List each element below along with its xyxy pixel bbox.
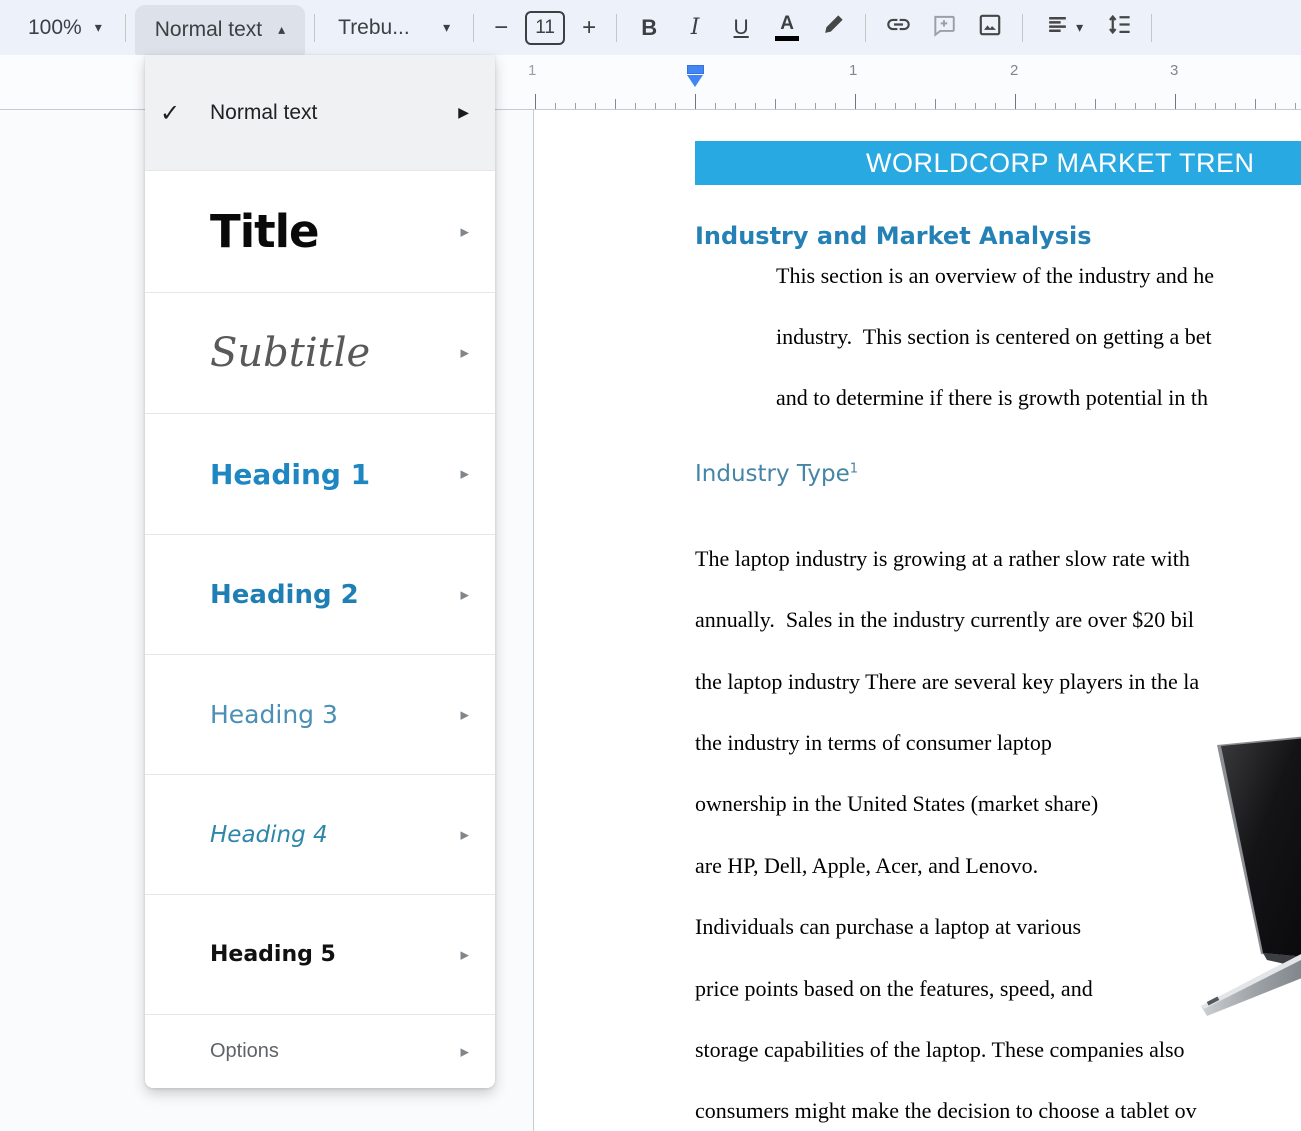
font-family-select[interactable]: Trebu... ▾ bbox=[324, 6, 464, 50]
style-menu-item-heading-3[interactable]: Heading 3 ▶ bbox=[145, 654, 495, 774]
paragraph-line[interactable]: The laptop industry is growing at a rath… bbox=[695, 546, 1190, 576]
ruler-number: 1 bbox=[849, 62, 857, 79]
zoom-value: 100% bbox=[28, 16, 82, 40]
style-menu-item-label: Title bbox=[210, 205, 319, 258]
font-family-value: Trebu... bbox=[338, 16, 410, 40]
paragraph-line[interactable]: the laptop industry There are several ke… bbox=[695, 669, 1199, 699]
ruler-number: 2 bbox=[1010, 62, 1018, 79]
line-spacing-icon bbox=[1106, 11, 1133, 44]
submenu-arrow-icon: ▶ bbox=[461, 225, 469, 238]
paragraph-line[interactable]: industry. This section is centered on ge… bbox=[776, 324, 1212, 354]
submenu-arrow-icon: ▶ bbox=[461, 347, 469, 360]
highlighter-icon bbox=[821, 12, 846, 43]
toolbar-divider bbox=[1151, 14, 1152, 42]
ruler-number: 1 bbox=[528, 62, 536, 79]
font-size-input[interactable]: 11 bbox=[525, 11, 565, 45]
paragraph-line[interactable]: are HP, Dell, Apple, Acer, and Lenovo. bbox=[695, 853, 1038, 883]
insert-image-button[interactable] bbox=[967, 6, 1013, 50]
increase-font-size-button[interactable]: + bbox=[571, 6, 607, 50]
paragraph-style-value: Normal text bbox=[155, 18, 262, 42]
toolbar-divider bbox=[314, 14, 315, 42]
style-menu-item-heading-4[interactable]: Heading 4 ▶ bbox=[145, 774, 495, 894]
paragraph-line[interactable]: the industry in terms of consumer laptop bbox=[695, 730, 1052, 760]
style-menu-item-label: Normal text bbox=[210, 101, 317, 125]
subsection-heading[interactable]: Industry Type1 bbox=[695, 461, 858, 487]
style-menu-item-label: Heading 3 bbox=[210, 700, 338, 729]
toolbar-divider bbox=[125, 14, 126, 42]
indent-marker[interactable] bbox=[687, 65, 704, 87]
style-menu-item-label: Heading 5 bbox=[210, 942, 336, 967]
paragraph-line[interactable]: and to determine if there is growth pote… bbox=[776, 385, 1208, 415]
submenu-arrow-icon: ▶ bbox=[461, 948, 469, 961]
toolbar-divider bbox=[1022, 14, 1023, 42]
image-icon bbox=[977, 12, 1003, 44]
underline-button[interactable]: U bbox=[718, 6, 764, 50]
toolbar-divider bbox=[616, 14, 617, 42]
style-menu-item-label: Heading 2 bbox=[210, 580, 359, 610]
link-icon bbox=[885, 11, 912, 44]
submenu-arrow-icon: ▶ bbox=[461, 708, 469, 721]
ruler-ticks bbox=[533, 94, 1301, 109]
paragraph-line[interactable]: Individuals can purchase a laptop at var… bbox=[695, 914, 1081, 944]
laptop-image[interactable] bbox=[1195, 733, 1301, 1028]
banner-title-text: WORLDCORP MARKET TREN bbox=[866, 141, 1255, 185]
chevron-down-icon: ▾ bbox=[95, 20, 102, 36]
style-menu-item-heading-5[interactable]: Heading 5 ▶ bbox=[145, 894, 495, 1014]
align-button[interactable]: ▾ bbox=[1032, 6, 1096, 50]
paragraph-styles-menu: ✓ Normal text ▶ Title ▶ Subtitle ▶ Headi… bbox=[145, 55, 495, 1088]
style-menu-item-heading-1[interactable]: Heading 1 ▶ bbox=[145, 413, 495, 534]
style-menu-item-title[interactable]: Title ▶ bbox=[145, 170, 495, 292]
checkmark-icon: ✓ bbox=[160, 99, 180, 127]
style-menu-item-options[interactable]: Options ▶ bbox=[145, 1014, 495, 1088]
comment-add-icon bbox=[931, 12, 957, 44]
document-page[interactable]: WORLDCORP MARKET TREN Industry and Marke… bbox=[534, 110, 1301, 1131]
document-title-banner[interactable]: WORLDCORP MARKET TREN bbox=[695, 141, 1301, 185]
paragraph-line[interactable]: This section is an overview of the indus… bbox=[776, 263, 1214, 293]
paragraph-line[interactable]: price points based on the features, spee… bbox=[695, 976, 1093, 1006]
style-menu-item-normal-text[interactable]: ✓ Normal text ▶ bbox=[145, 55, 495, 170]
text-color-button[interactable]: A bbox=[764, 6, 810, 50]
toolbar-divider bbox=[473, 14, 474, 42]
submenu-arrow-icon: ▶ bbox=[461, 468, 469, 481]
paragraph-line[interactable]: annually. Sales in the industry currentl… bbox=[695, 607, 1194, 637]
italic-button[interactable]: I bbox=[672, 6, 718, 50]
first-line-indent-marker[interactable] bbox=[687, 65, 704, 74]
paragraph-line[interactable]: storage capabilities of the laptop. Thes… bbox=[695, 1037, 1185, 1067]
paragraph-style-select[interactable]: Normal text ▴ bbox=[135, 5, 305, 55]
highlight-button[interactable] bbox=[810, 6, 856, 50]
style-menu-item-label: Subtitle bbox=[210, 330, 370, 376]
line-spacing-button[interactable] bbox=[1096, 6, 1142, 50]
add-comment-button[interactable] bbox=[921, 6, 967, 50]
submenu-arrow-icon: ▶ bbox=[458, 105, 469, 121]
paragraph-line[interactable]: ownership in the United States (market s… bbox=[695, 791, 1098, 821]
chevron-up-icon: ▴ bbox=[278, 22, 285, 38]
style-menu-item-label: Heading 4 bbox=[210, 822, 328, 848]
text-color-swatch bbox=[775, 36, 799, 41]
align-left-icon bbox=[1045, 12, 1070, 43]
bold-button[interactable]: B bbox=[626, 6, 672, 50]
decrease-font-size-button[interactable]: − bbox=[483, 6, 519, 50]
zoom-select[interactable]: 100% ▾ bbox=[14, 6, 116, 50]
left-indent-marker[interactable] bbox=[687, 75, 703, 87]
ruler-number: 3 bbox=[1170, 62, 1178, 79]
subsection-heading-text: Industry Type bbox=[695, 461, 850, 487]
insert-link-button[interactable] bbox=[875, 6, 921, 50]
text-color-label: A bbox=[780, 14, 794, 34]
page-left-border bbox=[533, 110, 534, 1131]
style-menu-item-label: Options bbox=[210, 1040, 279, 1063]
submenu-arrow-icon: ▶ bbox=[461, 1045, 469, 1058]
toolbar-divider bbox=[865, 14, 866, 42]
submenu-arrow-icon: ▶ bbox=[461, 828, 469, 841]
submenu-arrow-icon: ▶ bbox=[461, 588, 469, 601]
chevron-down-icon: ▾ bbox=[443, 20, 450, 36]
style-menu-item-label: Heading 1 bbox=[210, 458, 370, 491]
style-menu-item-subtitle[interactable]: Subtitle ▶ bbox=[145, 292, 495, 413]
section-heading[interactable]: Industry and Market Analysis bbox=[695, 222, 1092, 250]
toolbar: 100% ▾ Normal text ▴ Trebu... ▾ − 11 + B… bbox=[0, 0, 1301, 55]
chevron-down-icon: ▾ bbox=[1076, 20, 1083, 36]
paragraph-line[interactable]: consumers might make the decision to cho… bbox=[695, 1098, 1197, 1128]
style-menu-item-heading-2[interactable]: Heading 2 ▶ bbox=[145, 534, 495, 654]
footnote-reference[interactable]: 1 bbox=[850, 461, 858, 476]
